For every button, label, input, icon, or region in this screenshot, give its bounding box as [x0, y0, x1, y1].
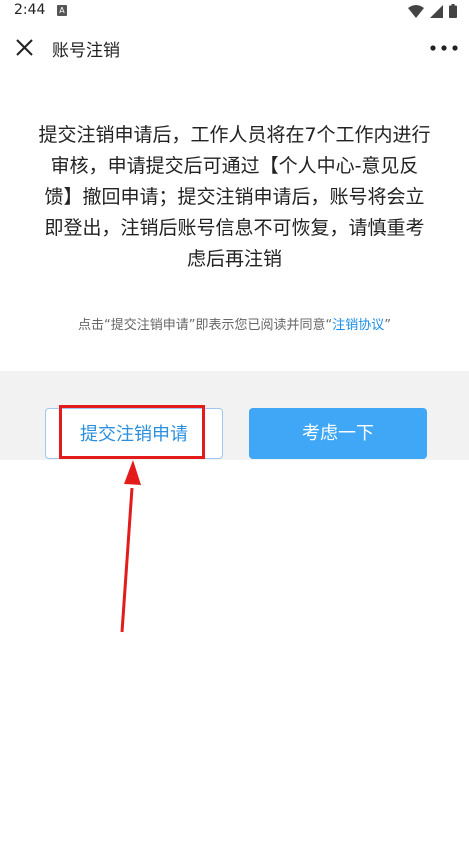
notice-line: 馈】撤回申请；提交注销申请后，账号将会立: [44, 186, 425, 208]
submit-cancellation-button[interactable]: 提交注销申请: [45, 408, 223, 459]
agreement-prefix: 点击“提交注销申请”即表示您已阅读并同意“: [78, 318, 333, 333]
status-time: 2:44: [14, 2, 46, 18]
close-icon: [16, 39, 33, 56]
notice-line: 即登出，注销后账号信息不可恢复，请慎重考: [44, 217, 425, 239]
wifi-icon: [408, 4, 424, 18]
notice-line: 提交注销申请后，工作人员将在7个工作内进行: [38, 124, 431, 146]
status-bar: 2:44 A: [0, 0, 469, 22]
more-button[interactable]: [429, 38, 459, 58]
close-button[interactable]: [12, 35, 38, 61]
more-icon: [430, 45, 458, 51]
cancellation-notice: 提交注销申请后，工作人员将在7个工作内进行 审核，申请提交后可通过【个人中心-意…: [24, 120, 445, 275]
page-title: 账号注销: [52, 41, 120, 61]
signal-icon: [430, 4, 443, 18]
notice-line: 虑后再注销: [186, 248, 282, 270]
reconsider-button[interactable]: 考虑一下: [249, 408, 427, 459]
agreement-text: 点击“提交注销申请”即表示您已阅读并同意“注销协议”: [0, 314, 469, 333]
status-icons: [408, 4, 457, 18]
agreement-suffix: ”: [384, 318, 391, 333]
notification-icon: A: [57, 5, 67, 16]
cancellation-agreement-link[interactable]: 注销协议: [332, 318, 384, 333]
battery-icon: [449, 4, 457, 18]
notice-line: 审核，申请提交后可通过【个人中心-意见反: [50, 155, 419, 177]
nav-bar: 账号注销: [0, 22, 469, 74]
